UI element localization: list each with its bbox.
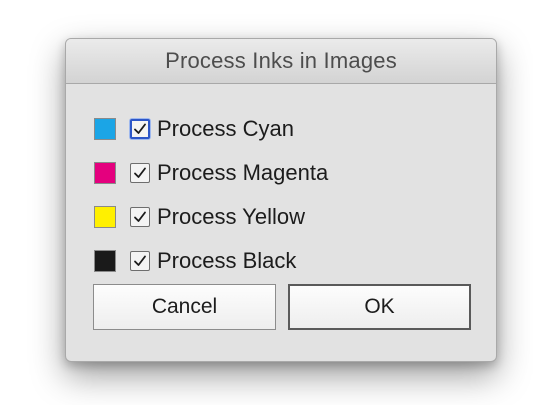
cyan-label[interactable]: Process Cyan (157, 116, 294, 142)
dialog-title: Process Inks in Images (165, 48, 397, 73)
cancel-button[interactable]: Cancel (93, 284, 276, 330)
magenta-label[interactable]: Process Magenta (157, 160, 328, 186)
cyan-swatch (94, 118, 116, 140)
cyan-checkbox[interactable] (130, 119, 150, 139)
process-inks-dialog: Process Inks in Images Process Cyan Proc… (65, 38, 497, 362)
ok-button[interactable]: OK (288, 284, 471, 330)
magenta-checkbox[interactable] (130, 163, 150, 183)
yellow-label[interactable]: Process Yellow (157, 204, 305, 230)
black-label[interactable]: Process Black (157, 248, 296, 274)
yellow-swatch (94, 206, 116, 228)
magenta-swatch (94, 162, 116, 184)
checkmark-icon (134, 123, 146, 134)
ink-row-magenta: Process Magenta (94, 158, 328, 188)
black-swatch (94, 250, 116, 272)
black-checkbox[interactable] (130, 251, 150, 271)
checkmark-icon (134, 211, 146, 222)
yellow-checkbox[interactable] (130, 207, 150, 227)
ink-row-black: Process Black (94, 246, 296, 276)
checkmark-icon (134, 255, 146, 266)
ink-row-yellow: Process Yellow (94, 202, 305, 232)
ink-row-cyan: Process Cyan (94, 114, 294, 144)
dialog-titlebar[interactable]: Process Inks in Images (66, 39, 496, 84)
checkmark-icon (134, 167, 146, 178)
